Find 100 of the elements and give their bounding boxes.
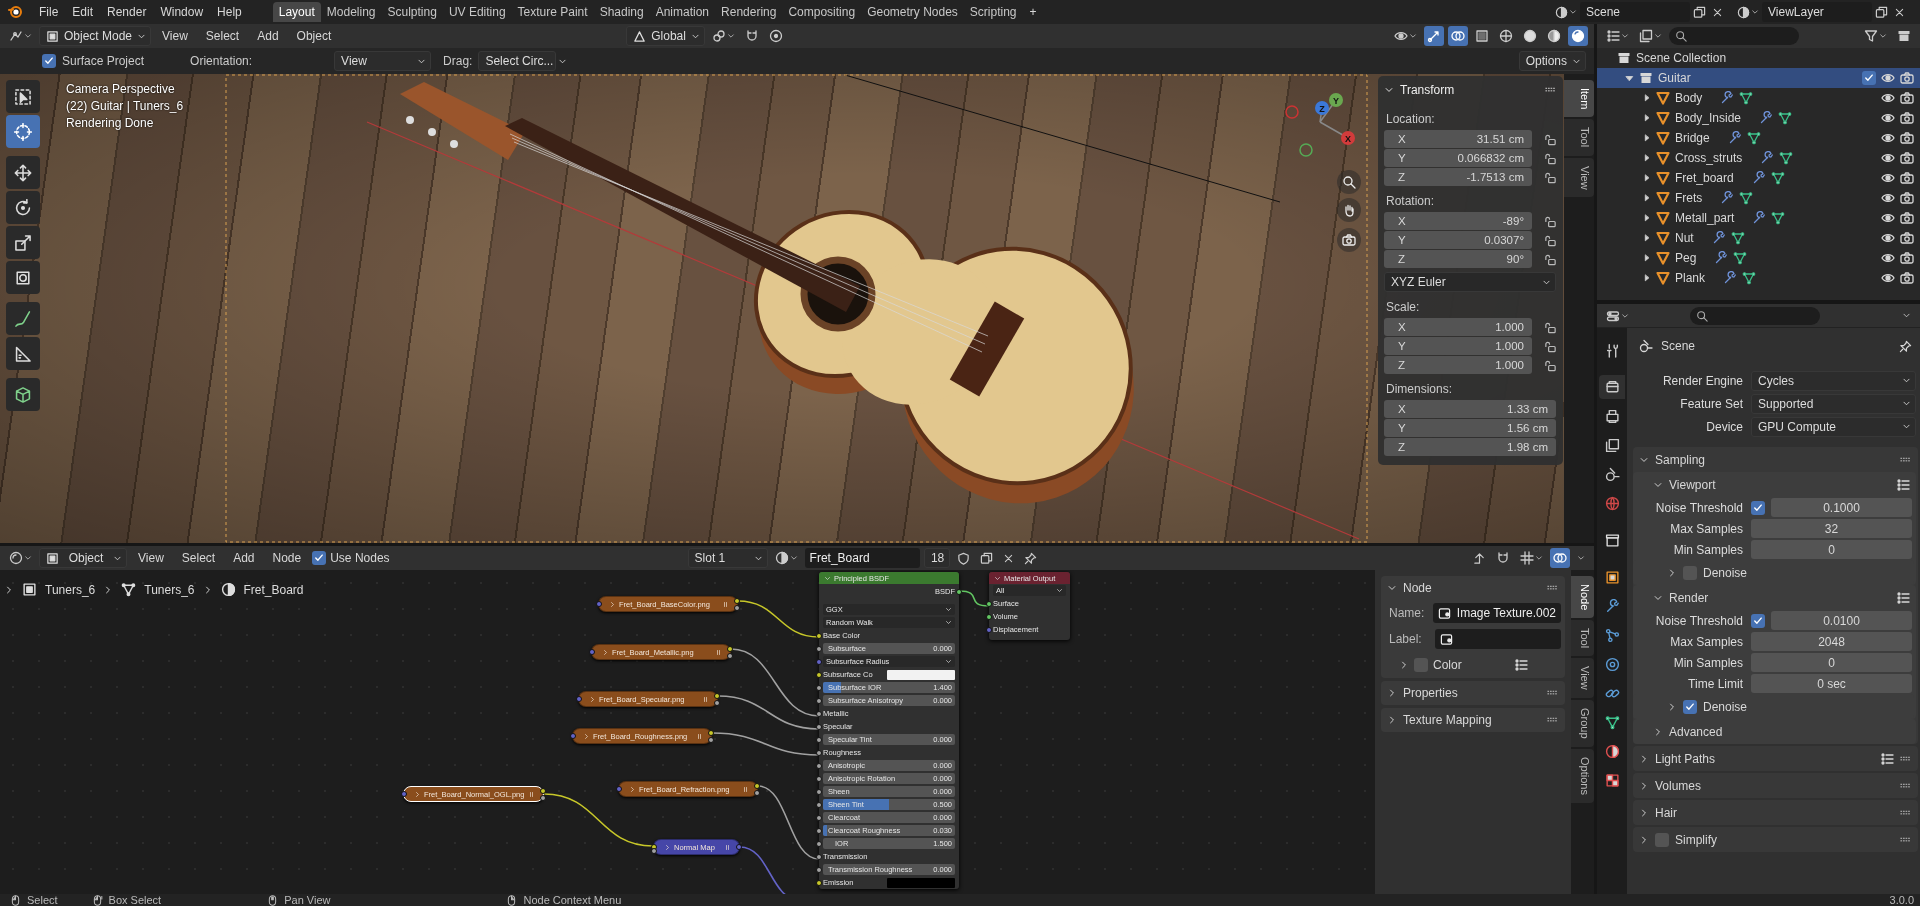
menu-item[interactable]: Edit	[65, 2, 101, 22]
panel-title[interactable]: Simplify	[1675, 832, 1894, 847]
number-field[interactable]: 0.1000	[1771, 498, 1912, 517]
outliner-item[interactable]: Metall_part	[1597, 208, 1920, 228]
status-hint: Pan View	[284, 894, 331, 906]
field-label: Max Samples	[1669, 634, 1743, 649]
workspace-tab[interactable]: Geometry Nodes	[861, 2, 964, 22]
workspace-tab[interactable]: Scripting	[963, 2, 1023, 22]
number-field[interactable]: Y 0.066832 cm	[1384, 149, 1532, 167]
axis-label: Z	[1319, 103, 1325, 114]
menu-item[interactable]: Window	[153, 2, 211, 22]
rotation-mode-dropdown[interactable]: XYZ Euler	[1384, 272, 1556, 292]
shader-type-dropdown[interactable]: Object	[39, 548, 127, 568]
panel-title[interactable]: Light Paths	[1655, 751, 1874, 766]
dropdown[interactable]: Supported	[1751, 393, 1916, 414]
menu-item[interactable]: Node	[265, 548, 309, 568]
menu-item[interactable]: View	[131, 548, 171, 568]
number-field[interactable]: Z -1.7513 cm	[1384, 168, 1532, 186]
menu-item[interactable]: Add	[250, 26, 286, 46]
number-field[interactable]: Z 1.000	[1384, 356, 1532, 374]
menu-item[interactable]: Select	[198, 26, 247, 46]
panel-title[interactable]: Viewport	[1669, 477, 1890, 492]
mode-dropdown[interactable]: Object Mode	[39, 26, 152, 46]
outliner-item[interactable]: Frets	[1597, 188, 1920, 208]
number-field[interactable]: 0	[1751, 653, 1912, 672]
menu-item[interactable]: Object	[289, 26, 339, 46]
status-hint: Box Select	[108, 894, 162, 906]
panel-title[interactable]: Denoise	[1703, 699, 1908, 714]
field-label: Feature Set	[1679, 396, 1743, 411]
breadcrumb-link[interactable]: Fret_Board	[243, 582, 304, 597]
workspace-tab[interactable]: Rendering	[715, 2, 783, 22]
breadcrumb-link[interactable]: Tuners_6	[144, 582, 195, 597]
number-field[interactable]: Y 1.56 cm	[1384, 419, 1556, 437]
outliner-item[interactable]: Scene Collection	[1597, 48, 1920, 68]
field-label: Render Engine	[1661, 373, 1743, 388]
dropdown[interactable]: GPU Compute	[1751, 416, 1916, 437]
number-field[interactable]: 0 sec	[1751, 674, 1912, 693]
sidebar-tab[interactable]: View	[1564, 157, 1594, 198]
outliner-item[interactable]: Peg	[1597, 248, 1920, 268]
number-field[interactable]: X 1.000	[1384, 318, 1532, 336]
outliner-item[interactable]: Bridge	[1597, 128, 1920, 148]
workspace-tab[interactable]: Shading	[593, 2, 650, 22]
panel-title: Transform	[1400, 83, 1456, 97]
outliner-item[interactable]: Plank	[1597, 268, 1920, 288]
view-layer-field[interactable]: ViewLayer	[1762, 2, 1872, 22]
menu-item[interactable]: Select	[174, 548, 223, 568]
outliner-item[interactable]: Guitar	[1597, 68, 1920, 88]
number-field[interactable]: 0.0100	[1771, 611, 1912, 630]
sidebar-tab[interactable]: Tool	[1564, 119, 1594, 156]
user-count[interactable]: 18	[923, 548, 950, 568]
workspace-tab[interactable]: Texture Paint	[511, 2, 594, 22]
options-dropdown[interactable]: Options	[1518, 51, 1586, 71]
outliner-item[interactable]: Cross_struts	[1597, 148, 1920, 168]
number-field[interactable]: Z 1.98 cm	[1384, 438, 1556, 456]
menu-item[interactable]: Add	[226, 548, 262, 568]
scene-field[interactable]: Scene	[1580, 2, 1690, 22]
number-field[interactable]: Z 90°	[1384, 250, 1532, 268]
workspace-tab[interactable]: Modeling	[320, 2, 382, 22]
material-name-field[interactable]: Fret_Board	[804, 548, 920, 568]
sidebar-tab[interactable]: Options	[1571, 748, 1594, 803]
sidebar-tab[interactable]: Group	[1571, 700, 1594, 747]
number-field[interactable]: X -89°	[1384, 212, 1532, 230]
outliner-item[interactable]: Body_Inside	[1597, 108, 1920, 128]
dropdown[interactable]: Cycles	[1751, 370, 1916, 391]
outliner-item[interactable]: Nut	[1597, 228, 1920, 248]
sidebar-tab[interactable]: View	[1571, 658, 1594, 699]
workspace-tab[interactable]: UV Editing	[442, 2, 512, 22]
panel-title[interactable]: Sampling	[1655, 452, 1894, 467]
sidebar-tab[interactable]: Tool	[1571, 620, 1594, 657]
panel-title[interactable]: Denoise	[1703, 565, 1908, 580]
panel-title[interactable]: Render	[1669, 590, 1890, 605]
panel-title[interactable]: Volumes	[1655, 778, 1894, 793]
number-field[interactable]: X 1.33 cm	[1384, 400, 1556, 418]
panel-title[interactable]: Advanced	[1669, 724, 1910, 739]
outliner-item[interactable]: Fret_board	[1597, 168, 1920, 188]
number-field[interactable]: 32	[1751, 519, 1912, 538]
menu-item[interactable]: View	[155, 26, 195, 46]
number-field[interactable]: 2048	[1751, 632, 1912, 651]
sidebar-tab[interactable]: Node	[1571, 576, 1594, 619]
workspace-tab[interactable]: Compositing	[782, 2, 862, 22]
number-field[interactable]: Y 1.000	[1384, 337, 1532, 355]
number-field[interactable]: 0	[1751, 540, 1912, 559]
orientation-dropdown[interactable]: View	[334, 51, 432, 71]
name-field[interactable]: Image Texture.002	[1432, 603, 1561, 623]
number-field[interactable]: X 31.51 cm	[1384, 130, 1532, 148]
workspace-tab[interactable]: Animation	[649, 2, 716, 22]
number-field[interactable]: Y 0.0307°	[1384, 231, 1532, 249]
navigation-gizmo[interactable]: X Y Z	[1285, 93, 1355, 157]
menu-item[interactable]: File	[32, 2, 66, 22]
sidebar-tab[interactable]: Item	[1564, 80, 1594, 118]
menu-item[interactable]: Render	[100, 2, 154, 22]
add-workspace-button[interactable]: +	[1022, 2, 1044, 22]
menu-item[interactable]: Help	[210, 2, 249, 22]
workspace-tab[interactable]: Sculpting	[381, 2, 443, 22]
panel-title[interactable]: Hair	[1655, 805, 1894, 820]
breadcrumb-link[interactable]: Tuners_6	[45, 582, 96, 597]
transform-orientation-dropdown[interactable]: Global	[626, 26, 705, 46]
slot-dropdown[interactable]: Slot 1	[687, 548, 768, 568]
workspace-tab[interactable]: Layout	[272, 2, 321, 22]
outliner-item[interactable]: Body	[1597, 88, 1920, 108]
